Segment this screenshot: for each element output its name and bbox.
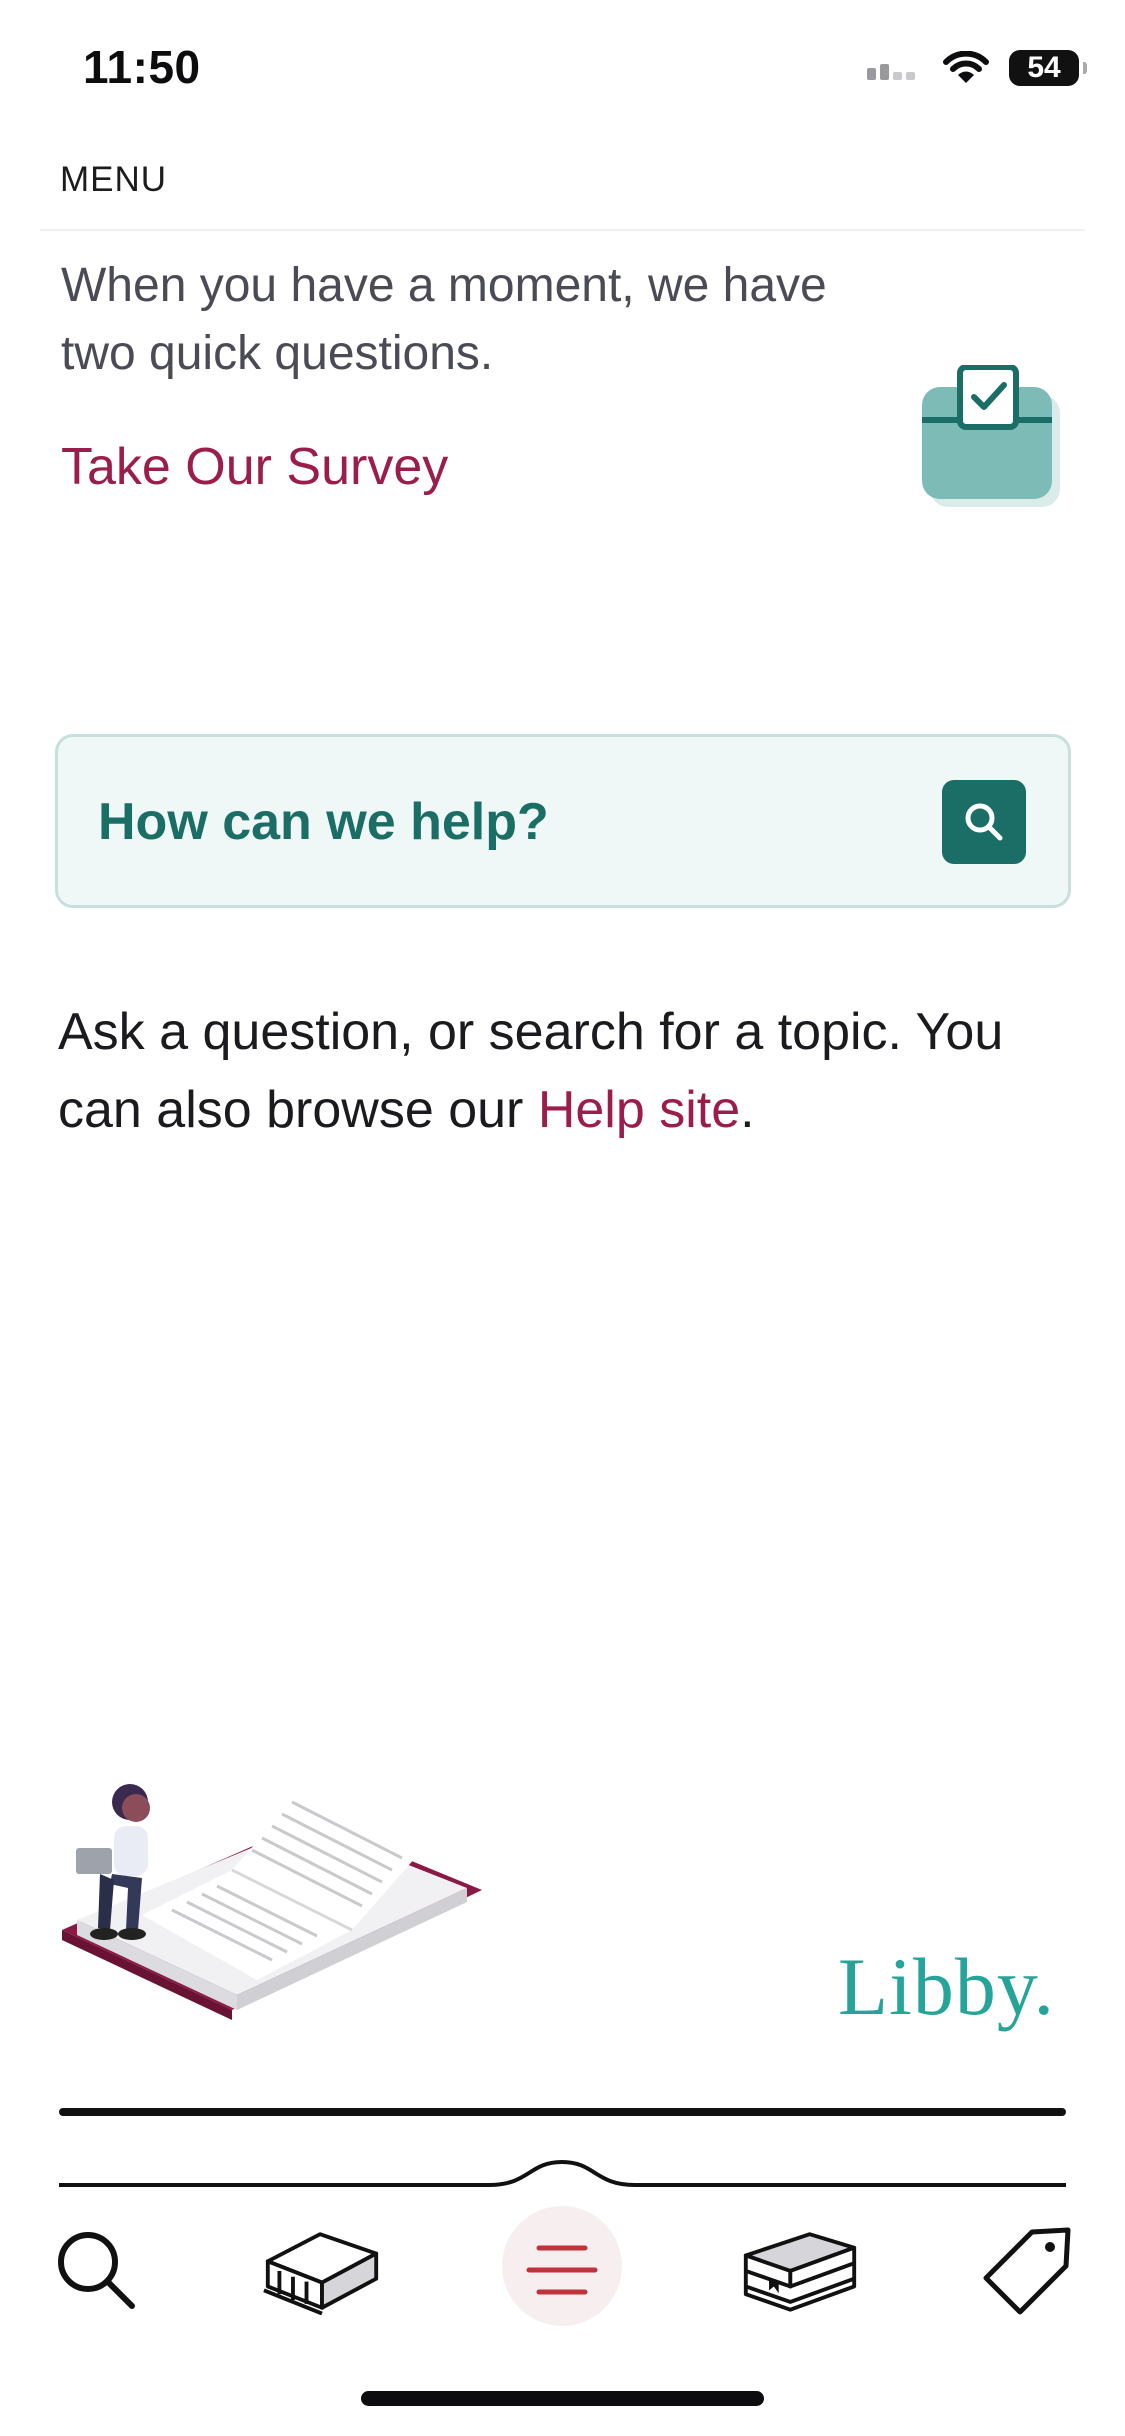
help-description-end: . bbox=[740, 1081, 755, 1139]
help-description-text: Ask a question, or search for a topic. Y… bbox=[58, 1003, 1004, 1139]
help-description: Ask a question, or search for a topic. Y… bbox=[58, 993, 1068, 1149]
nav-shelf-button[interactable] bbox=[740, 2215, 860, 2325]
reader-on-book-illustration bbox=[62, 1784, 482, 2020]
libby-logo: Libby. bbox=[838, 1941, 1056, 2032]
wifi-icon bbox=[943, 51, 989, 83]
help-search-placeholder: How can we help? bbox=[98, 793, 549, 851]
search-icon bbox=[965, 803, 1003, 841]
nav-menu-button[interactable] bbox=[502, 2215, 622, 2325]
tag-icon bbox=[983, 2227, 1071, 2315]
page-title: MENU bbox=[60, 160, 168, 199]
take-survey-link[interactable]: Take Our Survey bbox=[61, 437, 448, 497]
status-icons: 54 bbox=[867, 46, 1087, 90]
menu-icon bbox=[526, 2245, 598, 2295]
clipboard-check-icon bbox=[922, 365, 1060, 507]
shelf-divider bbox=[59, 2108, 1066, 2116]
home-indicator[interactable] bbox=[361, 2391, 764, 2406]
status-time: 11:50 bbox=[83, 41, 201, 93]
help-search-button[interactable] bbox=[942, 780, 1026, 864]
survey-prompt: When you have a moment, we have two quic… bbox=[61, 259, 827, 380]
help-site-link[interactable]: Help site bbox=[538, 1081, 740, 1139]
nav-tags-button[interactable] bbox=[968, 2215, 1088, 2325]
cellular-signal-icon bbox=[867, 64, 915, 80]
nav-search-button[interactable] bbox=[36, 2215, 156, 2325]
library-icon bbox=[263, 2232, 379, 2315]
battery-indicator: 54 bbox=[1009, 50, 1087, 86]
header-divider bbox=[40, 229, 1085, 231]
nav-bar-border bbox=[59, 2159, 1066, 2187]
books-icon bbox=[743, 2232, 857, 2312]
nav-libraries-button[interactable] bbox=[262, 2215, 382, 2325]
search-icon bbox=[58, 2232, 135, 2309]
